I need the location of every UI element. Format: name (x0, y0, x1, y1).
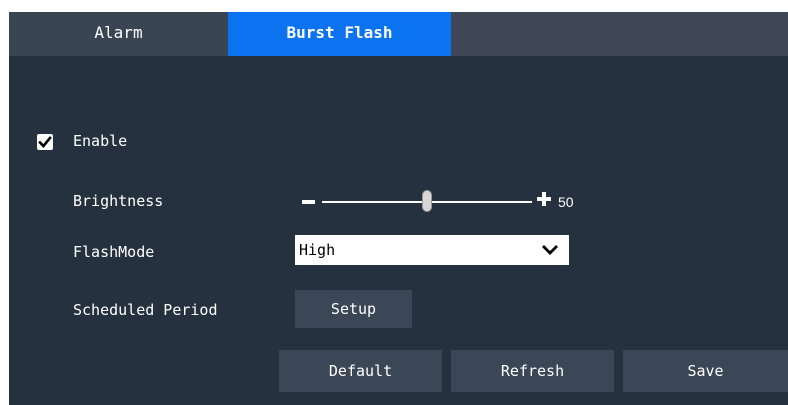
tab-bar: Alarm Burst Flash (9, 12, 788, 56)
tab-alarm[interactable]: Alarm (9, 12, 228, 56)
flash-mode-select[interactable]: High (295, 235, 569, 265)
tab-bar-filler (451, 12, 788, 56)
brightness-label: Brightness (73, 192, 164, 210)
tab-burst-flash[interactable]: Burst Flash (228, 12, 451, 56)
plus-icon[interactable] (537, 192, 551, 206)
flash-mode-label: FlashMode (73, 243, 155, 261)
flash-mode-selected: High (299, 241, 336, 259)
scheduled-period-label: Scheduled Period (73, 301, 218, 319)
minus-icon[interactable] (302, 200, 315, 204)
brightness-value: 50 (558, 194, 574, 210)
checkmark-icon (38, 136, 52, 148)
setup-button[interactable]: Setup (295, 290, 412, 328)
brightness-slider-thumb[interactable] (422, 190, 432, 212)
refresh-button[interactable]: Refresh (451, 350, 614, 392)
default-button[interactable]: Default (279, 350, 442, 392)
save-button[interactable]: Save (623, 350, 788, 392)
burst-flash-panel: Alarm Burst Flash Enable Brightness 50 F… (9, 12, 788, 405)
enable-label: Enable (73, 132, 128, 150)
enable-checkbox[interactable] (37, 134, 53, 150)
chevron-down-icon (542, 245, 558, 255)
